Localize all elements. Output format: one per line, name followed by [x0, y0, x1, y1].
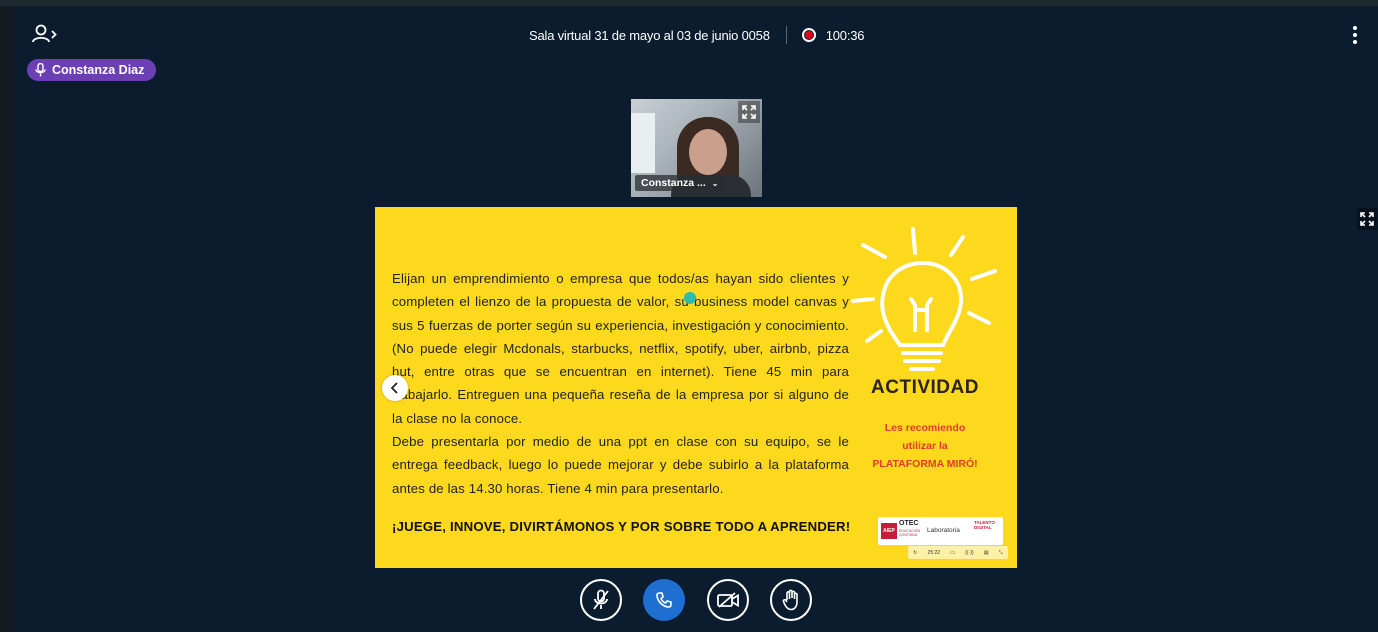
- webcam-user-label[interactable]: Constanza ... ⌄: [635, 175, 725, 191]
- screen-icon[interactable]: ▭: [950, 550, 955, 556]
- microphone-icon: [35, 63, 46, 77]
- activity-note: Les recomiendo utilizar la PLATAFORMA MI…: [850, 419, 1000, 473]
- sponsor-logos: AIEP OTEC EDUCACIÓN CONTINUA Laboratoria…: [878, 517, 1003, 545]
- phone-icon: [656, 592, 672, 608]
- raise-hand-button[interactable]: [770, 579, 812, 621]
- activity-title: ACTIVIDAD: [871, 377, 979, 398]
- chevron-down-icon: ⌄: [711, 178, 719, 188]
- webcam-fullscreen-button[interactable]: [738, 101, 760, 123]
- talking-indicator[interactable]: Constanza Diaz: [27, 59, 157, 81]
- room-title: Sala virtual 31 de mayo al 03 de junio 0…: [529, 27, 770, 43]
- broadcast-icon[interactable]: ((·)): [965, 550, 973, 556]
- collapse-icon[interactable]: ⤡: [999, 550, 1003, 556]
- slide-body-text: Elijan un emprendimiento o empresa que t…: [392, 267, 849, 500]
- lightbulb-icon: [851, 227, 997, 371]
- audio-button[interactable]: [643, 579, 685, 621]
- mini-toolbar-time: 25:22: [927, 549, 941, 556]
- webcam-tile[interactable]: Constanza ... ⌄: [631, 99, 762, 197]
- activity-note-line-3: PLATAFORMA MIRÓ!: [872, 458, 978, 470]
- user-list-toggle-icon: [32, 24, 57, 43]
- fullscreen-icon: [1360, 212, 1374, 226]
- webcam-user-name: Constanza ...: [641, 177, 706, 189]
- presentation-slide: Elijan un emprendimiento o empresa que t…: [375, 207, 1017, 568]
- camera-button[interactable]: [707, 579, 749, 621]
- previous-slide-button[interactable]: [382, 375, 408, 401]
- left-edge: [0, 0, 13, 632]
- slide-mini-toolbar: ↻ 25:22 ▭ ((·)) ▤ ⤡: [908, 546, 1008, 559]
- laboratoria-logo: Laboratoria: [927, 527, 960, 534]
- presenter-pointer: [684, 292, 696, 304]
- action-bar: [580, 579, 816, 621]
- otec-logo: OTEC: [899, 520, 919, 527]
- mute-button[interactable]: [580, 579, 622, 621]
- top-bar: Sala virtual 31 de mayo al 03 de junio 0…: [13, 6, 1378, 62]
- title-separator: [785, 26, 787, 44]
- slide-paragraph-1: Elijan un emprendimiento o empresa que t…: [392, 271, 849, 426]
- talento-digital-logo: TALENTO DIGITAL: [974, 520, 995, 530]
- user-list-toggle-button[interactable]: [31, 22, 59, 46]
- caption-icon[interactable]: ▤: [984, 550, 989, 556]
- hand-icon: [782, 589, 798, 611]
- microphone-off-icon: [593, 589, 609, 610]
- refresh-icon[interactable]: ↻: [913, 550, 917, 556]
- slide-paragraph-2: Debe presentarla por medio de una ppt en…: [392, 434, 849, 496]
- activity-note-line-2: utilizar la: [902, 440, 948, 452]
- talking-user-name: Constanza Diaz: [52, 63, 145, 77]
- options-menu-button[interactable]: [1352, 26, 1358, 44]
- meeting-window: Sala virtual 31 de mayo al 03 de junio 0…: [13, 6, 1378, 632]
- slide-closing-text: ¡JUEGE, INNOVE, DIVIRTÁMONOS Y POR SOBRE…: [392, 519, 851, 534]
- kebab-menu-icon: [1353, 26, 1357, 30]
- chevron-left-icon: [390, 382, 398, 394]
- title-area: Sala virtual 31 de mayo al 03 de junio 0…: [529, 25, 865, 45]
- otec-subtitle: EDUCACIÓN CONTINUA: [899, 529, 921, 537]
- presentation-fullscreen-button[interactable]: [1357, 208, 1377, 230]
- recording-indicator-icon[interactable]: [801, 28, 816, 42]
- camera-off-icon: [717, 592, 739, 608]
- aiep-logo: AIEP: [881, 523, 897, 539]
- fullscreen-icon: [742, 105, 756, 119]
- activity-note-line-1: Les recomiendo: [884, 422, 966, 434]
- recording-time: 100:36: [825, 27, 865, 43]
